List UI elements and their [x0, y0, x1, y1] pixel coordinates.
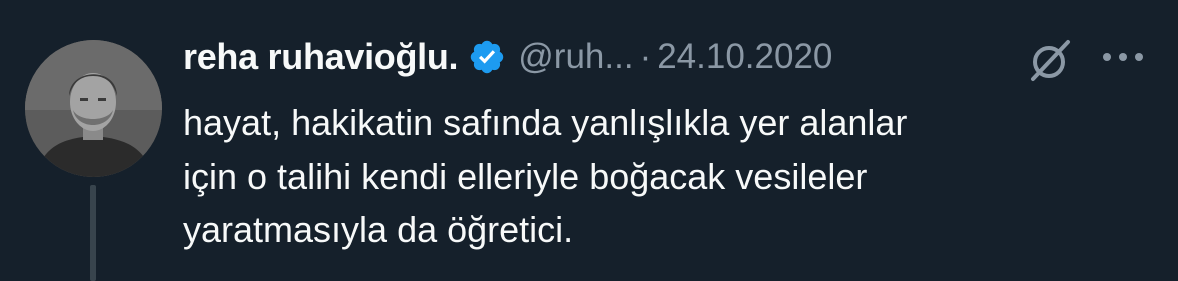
tweet-text-line: hayat, hakikatin safında yanlışlıkla yer… [183, 102, 908, 143]
avatar-photo [25, 40, 162, 177]
more-icon[interactable] [1098, 42, 1148, 72]
tweet-date[interactable]: 24.10.2020 [657, 37, 832, 77]
grok-icon[interactable] [1025, 38, 1075, 82]
tweet-header: reha ruhavioğlu. @ruh... · 24.10.2020 [183, 32, 832, 82]
author-name[interactable]: reha ruhavioğlu. [183, 36, 459, 78]
author-handle[interactable]: @ruh... [518, 37, 633, 77]
verified-badge-icon[interactable] [468, 38, 506, 76]
separator-dot: · [639, 37, 652, 76]
tweet-text-line: için o talihi kendi elleriyle boğacak ve… [183, 155, 868, 197]
avatar[interactable] [25, 40, 162, 177]
thread-line [90, 185, 96, 281]
tweet-text-line: yaratmasıyla da öğretici. [183, 209, 574, 250]
tweet-text: hayat, hakikatin safında yanlışlıkla yer… [183, 96, 1123, 257]
tweet[interactable]: reha ruhavioğlu. @ruh... · 24.10.2020 ha… [0, 0, 1178, 281]
